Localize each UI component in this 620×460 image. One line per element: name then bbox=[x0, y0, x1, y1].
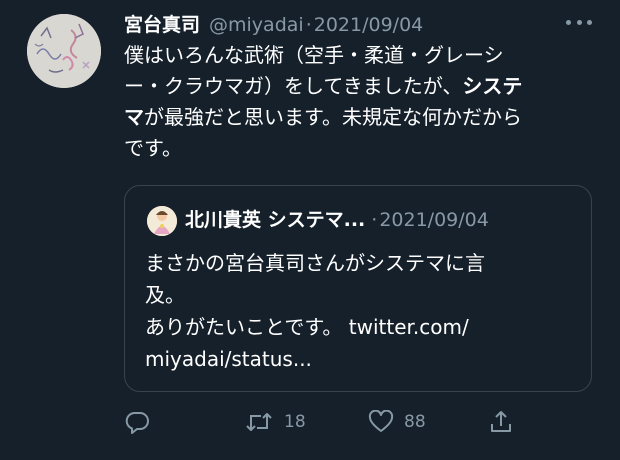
more-icon[interactable] bbox=[566, 18, 592, 26]
quoted-tweet-date[interactable]: 2021/09/04 bbox=[379, 209, 489, 231]
quoted-header-separator: · bbox=[371, 209, 378, 231]
retweet-count: 18 bbox=[284, 412, 306, 432]
quoted-text-line: 及。 bbox=[145, 283, 185, 307]
quoted-author-avatar[interactable] bbox=[147, 206, 177, 236]
author-handle[interactable]: @miyadai bbox=[209, 14, 304, 36]
quoted-text-line: ありがたいことです。 twitter.com/ bbox=[145, 315, 469, 339]
author-avatar[interactable] bbox=[27, 14, 101, 88]
quoted-tweet-header: 北川貴英 システマ... · 2021/09/04 bbox=[185, 205, 489, 232]
heart-icon bbox=[368, 410, 394, 432]
tweet: 宮台真司 @miyadai · 2021/09/04 僕はいろんな武術（空手・柔… bbox=[0, 0, 620, 460]
tweet-header: 宮台真司 @miyadai · 2021/09/04 bbox=[124, 10, 423, 38]
tweet-date[interactable]: 2021/09/04 bbox=[314, 14, 424, 36]
retweet-icon bbox=[246, 413, 272, 431]
quoted-author-name[interactable]: 北川貴英 システマ... bbox=[185, 205, 365, 232]
quoted-tweet-text: まさかの宮台真司さんがシステマに言 及。 ありがたいことです。 twitter.… bbox=[145, 247, 575, 375]
retweet-button[interactable]: 18 bbox=[244, 404, 306, 440]
like-button[interactable]: 88 bbox=[368, 404, 426, 440]
tweet-text-line: です。 bbox=[124, 136, 182, 160]
reply-icon bbox=[125, 412, 149, 434]
tweet-text-line: 僕はいろんな武術（空手・柔道・グレーシ bbox=[124, 43, 504, 67]
quoted-text-line: miyadai/status... bbox=[145, 347, 312, 371]
quoted-text-line: まさかの宮台真司さんがシステマに言 bbox=[145, 251, 485, 275]
share-icon bbox=[491, 411, 511, 432]
reply-button[interactable] bbox=[124, 404, 160, 440]
action-bar: 18 88 bbox=[124, 404, 604, 440]
quoted-tweet[interactable]: 北川貴英 システマ... · 2021/09/04 まさかの宮台真司さんがシステ… bbox=[124, 185, 592, 392]
tweet-text-line: ー・クラウマガ）をしてきましたが、システ bbox=[124, 74, 523, 98]
author-name[interactable]: 宮台真司 bbox=[124, 10, 200, 37]
share-button[interactable] bbox=[488, 404, 514, 440]
tweet-text: 僕はいろんな武術（空手・柔道・グレーシ ー・クラウマガ）をしてきましたが、システ… bbox=[124, 40, 604, 164]
tweet-text-line: マが最強だと思います。未規定な何かだから bbox=[124, 105, 522, 129]
header-separator: · bbox=[305, 14, 312, 36]
like-count: 88 bbox=[404, 412, 426, 432]
